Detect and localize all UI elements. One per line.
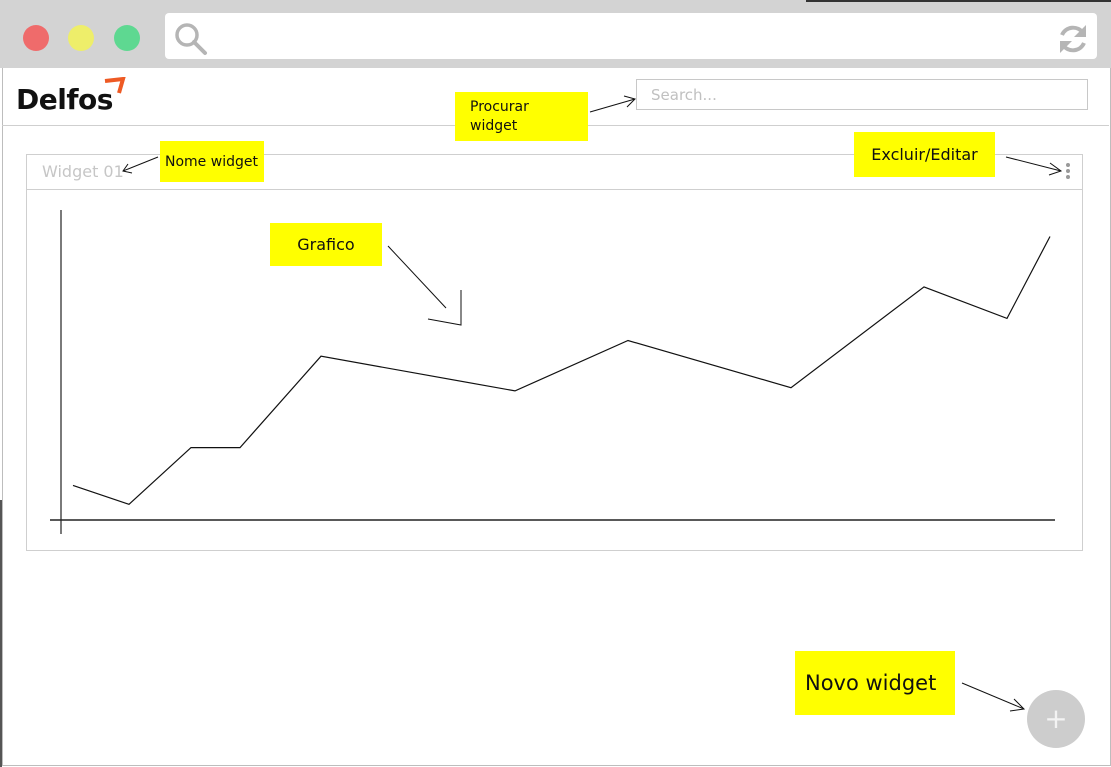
annotation-novo-widget: Novo widget — [795, 651, 955, 715]
annotation-procurar-widget: Procurar widget — [455, 92, 588, 141]
annotation-nome-widget: Nome widget — [160, 141, 264, 182]
plus-icon: + — [1044, 702, 1068, 735]
series-line — [72, 236, 1051, 505]
annotation-grafico: Grafico — [270, 223, 382, 266]
annotation-excluir-editar: Excluir/Editar — [854, 132, 995, 177]
